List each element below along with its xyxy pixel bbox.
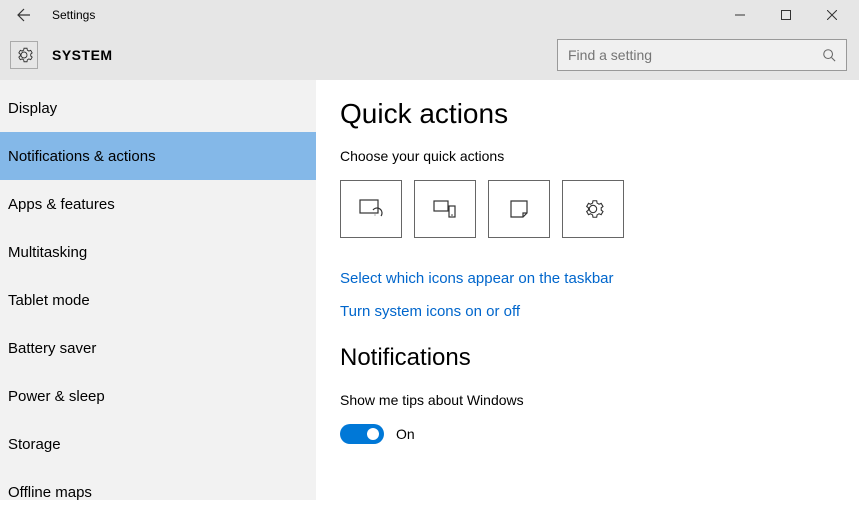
sidebar-item-display[interactable]: Display: [0, 84, 316, 132]
sidebar-item-storage[interactable]: Storage: [0, 420, 316, 468]
back-arrow-icon: [16, 7, 32, 23]
search-box[interactable]: [557, 39, 847, 71]
back-button[interactable]: [4, 0, 44, 30]
choose-label: Choose your quick actions: [340, 148, 859, 164]
close-icon: [827, 10, 837, 20]
header: SYSTEM: [0, 30, 859, 80]
link-system-icons[interactable]: Turn system icons on or off: [340, 303, 859, 320]
maximize-icon: [781, 10, 791, 20]
content: Quick actions Choose your quick actions …: [316, 80, 859, 500]
sidebar-item-apps[interactable]: Apps & features: [0, 180, 316, 228]
notifications-heading: Notifications: [340, 344, 859, 372]
search-icon: [822, 48, 836, 62]
tablet-mode-icon: [358, 198, 384, 220]
section-title: SYSTEM: [52, 47, 113, 63]
sidebar-item-notifications[interactable]: Notifications & actions: [0, 132, 316, 180]
close-button[interactable]: [809, 0, 855, 30]
tips-label: Show me tips about Windows: [340, 392, 859, 408]
gear-icon: [15, 46, 33, 64]
quick-action-tile-note[interactable]: [488, 180, 550, 238]
window-controls: [717, 0, 855, 30]
sidebar-item-maps[interactable]: Offline maps: [0, 468, 316, 516]
minimize-icon: [735, 10, 745, 20]
minimize-button[interactable]: [717, 0, 763, 30]
sidebar-item-battery[interactable]: Battery saver: [0, 324, 316, 372]
sidebar-item-power[interactable]: Power & sleep: [0, 372, 316, 420]
sidebar: Display Notifications & actions Apps & f…: [0, 80, 316, 500]
quick-actions-heading: Quick actions: [340, 98, 859, 130]
quick-action-tiles: [340, 180, 859, 238]
note-icon: [508, 198, 530, 220]
titlebar: Settings: [0, 0, 859, 30]
maximize-button[interactable]: [763, 0, 809, 30]
sidebar-item-tablet-mode[interactable]: Tablet mode: [0, 276, 316, 324]
sidebar-item-multitasking[interactable]: Multitasking: [0, 228, 316, 276]
tips-toggle-state: On: [396, 426, 415, 442]
quick-action-tile-settings[interactable]: [562, 180, 624, 238]
link-taskbar-icons[interactable]: Select which icons appear on the taskbar: [340, 270, 859, 287]
search-input[interactable]: [568, 47, 822, 63]
quick-action-tile-tablet[interactable]: [340, 180, 402, 238]
settings-icon: [582, 198, 604, 220]
window-title: Settings: [52, 8, 717, 22]
tips-toggle[interactable]: [340, 424, 384, 444]
settings-home-button[interactable]: [10, 41, 38, 69]
tips-toggle-row: On: [340, 424, 859, 444]
quick-action-tile-connect[interactable]: [414, 180, 476, 238]
toggle-knob: [367, 428, 379, 440]
connect-icon: [432, 198, 458, 220]
body: Display Notifications & actions Apps & f…: [0, 80, 859, 500]
